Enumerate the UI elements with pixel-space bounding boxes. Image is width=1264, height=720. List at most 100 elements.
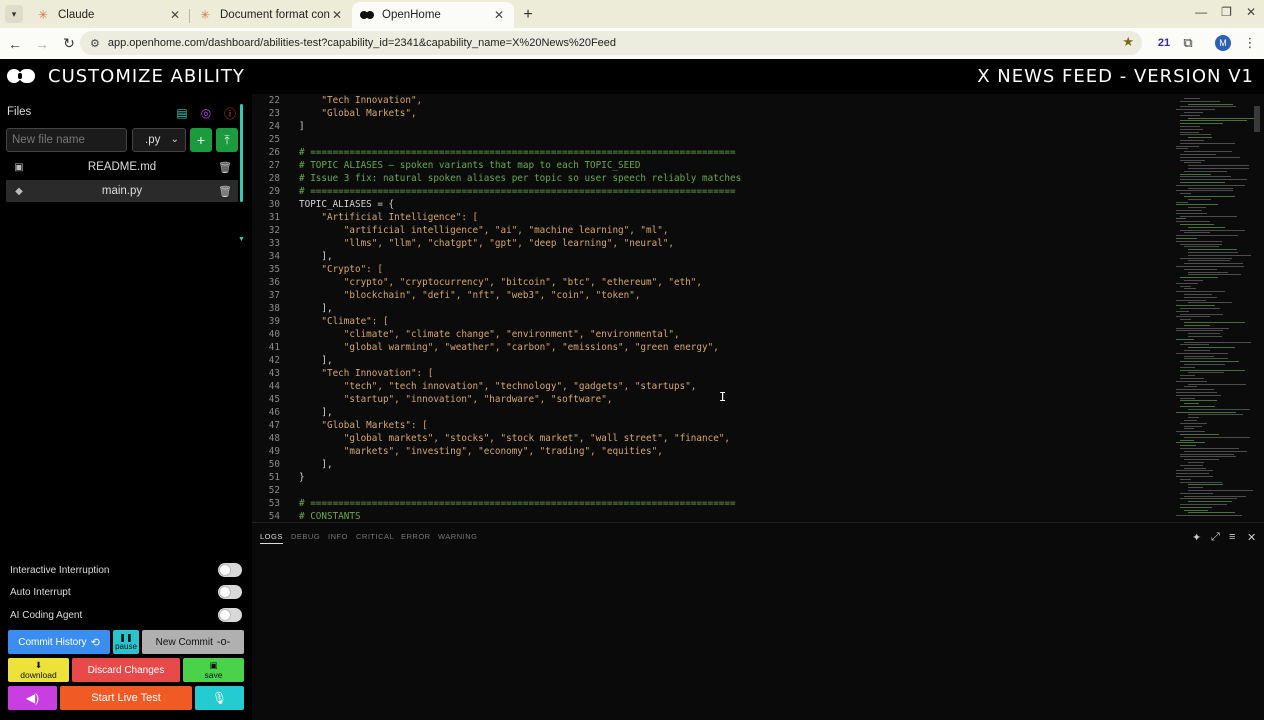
code-line[interactable]: 27 # TOPIC ALIASES — spoken variants that…: [252, 159, 1172, 172]
minimap-line: [1180, 445, 1196, 447]
tab-warning[interactable]: WARNING: [438, 532, 477, 541]
minimap-line: [1188, 252, 1238, 253]
close-icon[interactable]: ✕: [168, 8, 182, 22]
code-line[interactable]: 43 "Tech Innovation": [: [252, 367, 1172, 380]
code-line[interactable]: 32 "artificial intelligence", "ai", "mac…: [252, 224, 1172, 237]
pause-button[interactable]: ❚❚ pause: [113, 630, 139, 654]
close-icon[interactable]: ✕: [492, 8, 506, 22]
download-button[interactable]: ⬇ download: [8, 658, 69, 682]
code-line[interactable]: 34 ],: [252, 250, 1172, 263]
code-line[interactable]: 44 "tech", "tech innovation", "technolog…: [252, 380, 1172, 393]
code-line[interactable]: 36 "crypto", "cryptocurrency", "bitcoin"…: [252, 276, 1172, 289]
save-icon: ▣: [209, 660, 218, 670]
code-line[interactable]: 29 # ====================================…: [252, 185, 1172, 198]
code-line[interactable]: 28 # Issue 3 fix: natural spoken aliases …: [252, 172, 1172, 185]
editor-minimap[interactable]: [1174, 94, 1258, 522]
code-line[interactable]: 52: [252, 484, 1172, 497]
bookmark-star-icon[interactable]: ★: [1122, 34, 1134, 50]
code-line[interactable]: 31 "Artificial Intelligence": [: [252, 211, 1172, 224]
tab-error[interactable]: ERROR: [401, 532, 431, 541]
address-bar[interactable]: ⚙ app.openhome.com/dashboard/abilities-t…: [80, 31, 1142, 55]
minimap-line: [1184, 246, 1219, 248]
minimap-line: [1188, 254, 1251, 256]
menu-icon[interactable]: ≡: [1229, 531, 1235, 543]
code-line[interactable]: 46 ],: [252, 406, 1172, 419]
forward-arrow-icon[interactable]: →: [30, 32, 54, 56]
maximize-icon[interactable]: ❐: [1221, 5, 1232, 19]
code-line[interactable]: 45 "startup", "innovation", "hardware", …: [252, 393, 1172, 406]
code-line[interactable]: 42 ],: [252, 354, 1172, 367]
close-icon[interactable]: ✕: [330, 8, 344, 22]
minimize-icon[interactable]: —: [1195, 5, 1207, 19]
tab-logs[interactable]: LOGS: [260, 532, 283, 544]
code-line[interactable]: 48 "global markets", "stocks", "stock ma…: [252, 432, 1172, 445]
discard-changes-button[interactable]: Discard Changes: [72, 658, 180, 682]
minimap-line: [1180, 154, 1216, 155]
code-line[interactable]: 37 "blockchain", "defi", "nft", "web3", …: [252, 289, 1172, 302]
code-line[interactable]: 41 "global warming", "weather", "carbon"…: [252, 341, 1172, 354]
minimap-line: [1176, 201, 1188, 203]
extension-badge-icon[interactable]: 21: [1154, 33, 1174, 53]
minimap-line: [1180, 464, 1203, 466]
line-number: 34: [268, 251, 280, 262]
start-live-test-button[interactable]: Start Live Test: [60, 686, 192, 710]
site-info-icon[interactable]: ⚙: [90, 37, 100, 50]
minimap-line: [1184, 232, 1210, 234]
tab-info[interactable]: INFO: [328, 532, 348, 541]
back-arrow-icon[interactable]: ←: [3, 32, 27, 56]
microphone-button[interactable]: 🎙: [195, 686, 244, 710]
code-line[interactable]: 50 ],: [252, 458, 1172, 471]
minimap-line: [1184, 403, 1199, 405]
code-line[interactable]: 40 "climate", "climate change", "environ…: [252, 328, 1172, 341]
browser-tab-active[interactable]: OpenHome ✕: [352, 2, 514, 28]
expand-icon[interactable]: ⤢: [1211, 531, 1220, 544]
code-line[interactable]: 30 TOPIC_ALIASES = {: [252, 198, 1172, 211]
code-line[interactable]: 23 "Global Markets",: [252, 107, 1172, 120]
minimap-line: [1176, 316, 1210, 318]
code-line[interactable]: 49 "markets", "investing", "economy", "t…: [252, 445, 1172, 458]
close-icon[interactable]: ✕: [1246, 5, 1256, 19]
minimap-line: [1180, 504, 1227, 505]
tab-debug[interactable]: DEBUG: [291, 532, 320, 541]
browser-tab[interactable]: ✳ Document format conve ✕: [190, 2, 352, 28]
code-line[interactable]: 47 "Global Markets": [: [252, 419, 1172, 432]
code-line[interactable]: 33 "llms", "llm", "chatgpt", "gpt", "dee…: [252, 237, 1172, 250]
browser-tab[interactable]: ✳ Claude ✕: [28, 2, 190, 28]
minimap-line: [1180, 159, 1205, 161]
code-line[interactable]: 51}: [252, 471, 1172, 484]
live-test-label: Start Live Test: [91, 692, 161, 704]
code-line[interactable]: 39 "Climate": [: [252, 315, 1172, 328]
tab-search-button[interactable]: ▾: [0, 0, 28, 28]
code-line[interactable]: 54 # CONSTANTS: [252, 510, 1172, 522]
save-button[interactable]: ▣ save: [183, 658, 244, 682]
line-number: 22: [268, 95, 280, 106]
new-commit-button[interactable]: New Commit -o-: [142, 630, 244, 654]
minimap-line: [1184, 355, 1214, 357]
code-line[interactable]: 24]: [252, 120, 1172, 133]
code-line[interactable]: 22 "Tech Innovation",: [252, 94, 1172, 107]
tab-critical[interactable]: CRITICAL: [356, 532, 394, 541]
new-tab-button[interactable]: +: [514, 2, 542, 28]
code-line[interactable]: 38 ],: [252, 302, 1172, 315]
code-editor[interactable]: 22 "Tech Innovation", 23 "Global Markets"…: [252, 94, 1264, 522]
minimap-line: [1184, 386, 1197, 388]
minimap-line: [1176, 327, 1229, 329]
line-number: 25: [268, 134, 280, 145]
minimap-line: [1188, 487, 1203, 489]
extensions-puzzle-icon[interactable]: ⧉: [1178, 33, 1198, 53]
code-text: "Global Markets": [: [299, 420, 428, 431]
code-line[interactable]: 25: [252, 133, 1172, 146]
ai-assist-icon[interactable]: ✦: [1192, 531, 1201, 544]
code-line[interactable]: 35 "Crypto": [: [252, 263, 1172, 276]
browser-menu-icon[interactable]: ⋮: [1240, 33, 1260, 53]
code-line[interactable]: 26 # ====================================…: [252, 146, 1172, 159]
code-line[interactable]: 53 # ====================================…: [252, 497, 1172, 510]
minimap-slider[interactable]: [1254, 106, 1260, 132]
code-text: ]: [299, 121, 305, 132]
reload-icon[interactable]: ↻: [57, 32, 81, 56]
avatar[interactable]: M: [1215, 35, 1231, 51]
minimap-line: [1184, 288, 1196, 290]
close-icon[interactable]: ✕: [1247, 531, 1256, 544]
speaker-button[interactable]: ◀): [8, 686, 57, 710]
commit-history-button[interactable]: Commit History ⟲: [8, 630, 110, 654]
